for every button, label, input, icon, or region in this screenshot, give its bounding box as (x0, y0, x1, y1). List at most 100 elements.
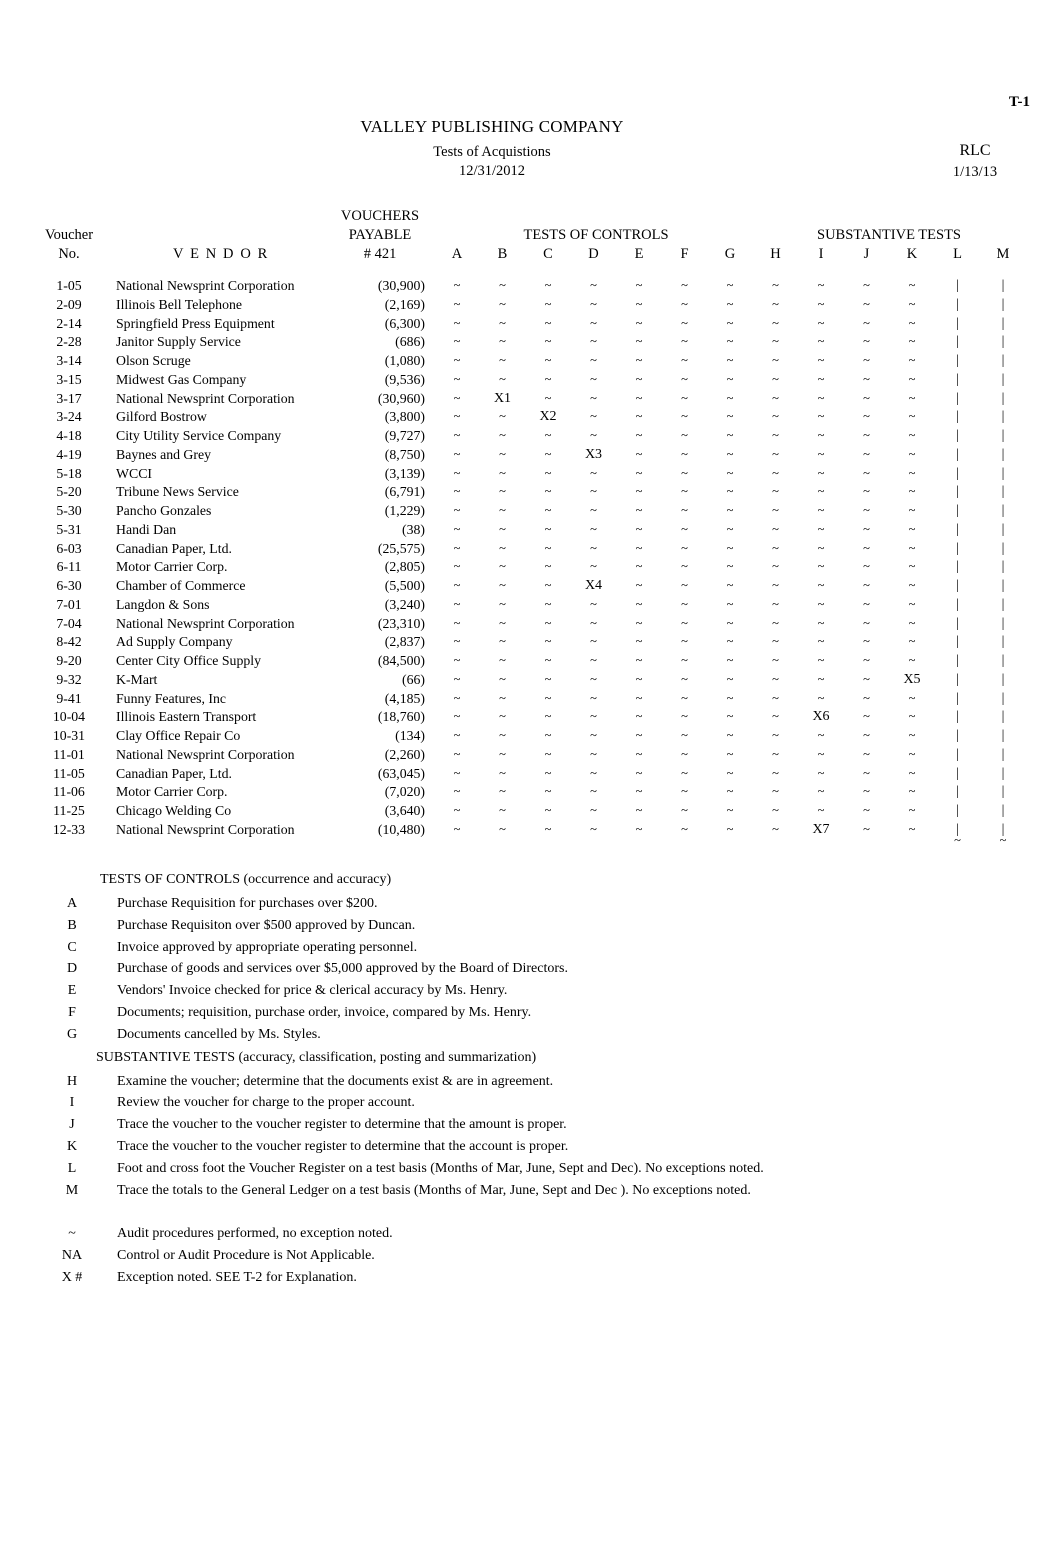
tickmark-performed: ~ (499, 559, 506, 574)
column-letter-j: J (863, 246, 870, 262)
tickmark-performed: ~ (863, 746, 870, 761)
tickmark-performed: ~ (863, 521, 870, 536)
tickmark-performed: ~ (817, 503, 825, 517)
cell-voucher-no: 11-01 (53, 746, 85, 762)
tickmark-performed: ~ (544, 278, 552, 292)
cell-vouchers-payable-amount: (134) (395, 728, 425, 743)
tickmark-performed: ~ (590, 728, 597, 742)
tickmark-performed: ~ (863, 596, 870, 611)
tickmark-bar: | (956, 728, 959, 743)
symbol-legend-description: Audit procedures performed, no exception… (117, 1226, 393, 1242)
tickmark-performed: ~ (863, 559, 870, 574)
tickmark-performed: ~ (772, 803, 779, 817)
period-end-date: 12/31/2012 (458, 163, 526, 179)
tickmark-performed: ~ (499, 765, 506, 780)
table-row: 6-30 Chamber of Commerce (5,500) ~ ~ ~ X4 ~ ~ ~ ~ ~… (0, 578, 1062, 597)
cell-voucher-no: 2-28 (56, 334, 82, 350)
table-row: 3-17 National Newsprint Corporation (30,96… (0, 391, 1062, 410)
tickmark-performed: ~ (908, 540, 916, 555)
exception-mark: X3 (584, 446, 603, 462)
tickmark-performed: ~ (726, 540, 734, 555)
tickmark-performed: ~ (863, 634, 870, 649)
cell-vendor-name: Illinois Bell Telephone (116, 296, 242, 312)
tickmark-performed: ~ (453, 409, 461, 424)
cell-vouchers-payable-amount: (30,900) (377, 278, 425, 293)
exception-mark: X5 (903, 671, 921, 687)
tickmark-bar: | (956, 465, 959, 481)
tickmark-performed: ~ (635, 765, 643, 780)
tickmark-performed: ~ (772, 690, 779, 705)
tickmark-performed: ~ (635, 709, 643, 724)
tickmark-performed: ~ (817, 615, 825, 630)
cell-vendor-name: National Newsprint Corporation (116, 821, 295, 837)
tickmark-performed: ~ (817, 634, 825, 649)
tickmark-performed: ~ (681, 615, 688, 630)
tickmark-performed: ~ (908, 296, 916, 311)
cell-voucher-no: 7-04 (56, 615, 82, 631)
tickmark-performed: ~ (590, 409, 597, 424)
tickmark-performed: ~ (590, 671, 597, 686)
tickmark-performed: ~ (863, 784, 870, 799)
tickmark-performed: ~ (817, 428, 825, 442)
tickmark-performed: ~ (544, 746, 552, 761)
tickmark-performed: ~ (544, 334, 552, 349)
tickmark-performed: ~ (499, 578, 506, 592)
tickmark-performed: ~ (726, 390, 734, 405)
tickmark-bar: | (1001, 315, 1005, 331)
cell-vouchers-payable-amount: (4,185) (384, 690, 425, 706)
cell-vendor-name: Center City Office Supply (116, 653, 261, 668)
tickmark-performed: ~ (499, 596, 506, 611)
cell-vendor-name: Gilford Bostrow (116, 409, 207, 425)
tickmark-performed: ~ (635, 484, 643, 499)
tickmark-bar: | (956, 521, 959, 537)
tickmark-performed: ~ (817, 521, 825, 536)
tickmark-bar: | (1001, 334, 1005, 350)
table-row: 11-05 Canadian Paper, Ltd. (63,045) ~ ~ ~ ~ ~ ~ ~… (0, 766, 1062, 785)
tickmark-performed: ~ (635, 671, 643, 686)
tickmark-performed: ~ (453, 596, 461, 611)
tickmark-performed: ~ (681, 690, 688, 705)
tickmark-performed: ~ (817, 540, 825, 555)
tickmark-bar: | (1001, 653, 1005, 668)
tickmark-performed: ~ (681, 390, 688, 405)
tickmark-performed: ~ (681, 465, 688, 480)
tickmark-performed: ~ (726, 503, 734, 517)
tickmark-performed: ~ (681, 784, 688, 799)
tickmark-performed: ~ (863, 296, 870, 311)
control-test-key: A (66, 896, 78, 911)
tickmark-performed: ~ (772, 709, 779, 724)
table-row: 9-41 Funny Features, Inc (4,185) ~ ~ ~ ~ ~ ~ ~ ~ ~ ~… (0, 691, 1062, 710)
tickmark-performed: ~ (544, 615, 552, 630)
control-test-key: G (66, 1026, 78, 1042)
tickmark-performed: ~ (544, 465, 552, 480)
tickmark-bar: | (1001, 559, 1005, 575)
tickmark-performed: ~ (453, 653, 461, 667)
tickmark-performed: ~ (544, 653, 552, 667)
tickmark-performed: ~ (681, 484, 688, 499)
cell-vendor-name: Chamber of Commerce (116, 578, 246, 593)
table-row: 7-04 National Newsprint Corporation (23,31… (0, 616, 1062, 635)
cell-voucher-no: 3-24 (56, 409, 82, 425)
table-row: 2-28 Janitor Supply Service (686) ~ ~ ~ ~ ~ ~ ~ ~ ~… (0, 334, 1062, 353)
tickmark-bar: | (956, 596, 959, 612)
symbol-legend-description: Control or Audit Procedure is Not Applic… (117, 1248, 375, 1264)
tickmark-performed: ~ (726, 709, 734, 724)
tickmark-performed: ~ (817, 446, 825, 461)
tickmark-performed: ~ (499, 671, 506, 686)
tickmark-performed: ~ (681, 634, 688, 649)
table-row: 6-11 Motor Carrier Corp. (2,805) ~ ~ ~ ~ ~ ~ ~ ~ ~ ~… (0, 559, 1062, 578)
cell-vouchers-payable-amount: (6,300) (384, 315, 425, 331)
tickmark-performed: ~ (908, 465, 916, 480)
cell-voucher-no: 2-09 (56, 296, 82, 312)
tickmark-performed: ~ (863, 371, 870, 386)
tickmark-performed: ~ (681, 334, 688, 349)
tickmark-performed: ~ (590, 503, 597, 517)
tickmark-performed: ~ (681, 278, 688, 292)
tickmark-performed: ~ (772, 278, 779, 292)
tickmark-performed: ~ (453, 690, 461, 705)
tickmark-performed: ~ (544, 559, 552, 574)
tickmark-performed: ~ (726, 578, 734, 592)
tickmark-performed: ~ (681, 428, 688, 442)
tickmark-performed: ~ (453, 334, 461, 349)
tickmark-bar: | (1001, 465, 1005, 481)
